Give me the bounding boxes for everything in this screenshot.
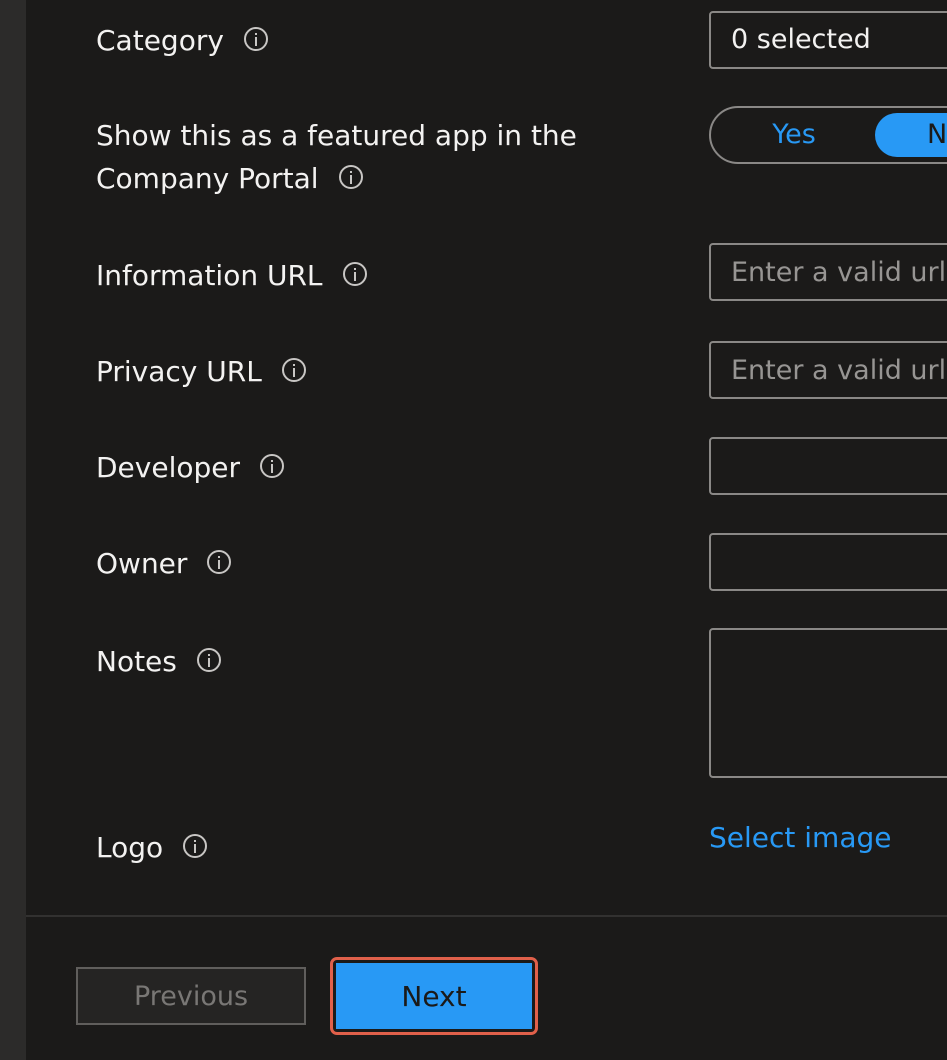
footer-divider	[26, 915, 947, 917]
featured-label-line2: Company Portal	[96, 162, 319, 195]
category-dropdown[interactable]: 0 selected	[709, 11, 947, 69]
category-selected-value: 0 selected	[731, 24, 871, 55]
owner-label: Owner	[96, 547, 188, 580]
privacy-url-label-row: Privacy URL	[96, 350, 306, 393]
owner-label-row: Owner	[96, 542, 232, 585]
information-url-label: Information URL	[96, 259, 323, 292]
notes-label: Notes	[96, 645, 177, 678]
info-icon[interactable]	[281, 358, 306, 382]
next-button[interactable]: Next	[336, 963, 532, 1029]
info-icon[interactable]	[183, 834, 208, 858]
info-icon[interactable]	[243, 27, 268, 51]
previous-button[interactable]: Previous	[76, 967, 306, 1025]
logo-label: Logo	[96, 831, 164, 864]
featured-label-line1: Show this as a featured app in the	[96, 119, 577, 152]
information-url-input[interactable]	[709, 243, 947, 301]
information-url-label-row: Information URL	[96, 254, 367, 297]
logo-label-row: Logo	[96, 826, 208, 869]
featured-toggle-no[interactable]: No	[875, 113, 947, 157]
category-label: Category	[96, 24, 224, 57]
category-label-row: Category	[96, 19, 268, 62]
info-icon[interactable]	[207, 550, 232, 574]
featured-toggle[interactable]: Yes No	[709, 106, 947, 164]
info-icon[interactable]	[260, 454, 285, 478]
privacy-url-input[interactable]	[709, 341, 947, 399]
app-information-form: Category 0 selected Show this as a featu…	[0, 0, 947, 1060]
info-icon[interactable]	[338, 165, 363, 189]
left-rail	[0, 0, 26, 1060]
developer-label-row: Developer	[96, 446, 285, 489]
notes-textarea[interactable]	[709, 628, 947, 778]
developer-label: Developer	[96, 451, 241, 484]
developer-input[interactable]	[709, 437, 947, 495]
info-icon[interactable]	[342, 262, 367, 286]
select-image-link[interactable]: Select image	[709, 816, 892, 859]
info-icon[interactable]	[196, 648, 221, 672]
featured-toggle-yes[interactable]: Yes	[711, 108, 877, 162]
owner-input[interactable]	[709, 533, 947, 591]
privacy-url-label: Privacy URL	[96, 355, 262, 388]
featured-label-row: Company Portal	[96, 157, 363, 200]
notes-label-row: Notes	[96, 640, 221, 683]
